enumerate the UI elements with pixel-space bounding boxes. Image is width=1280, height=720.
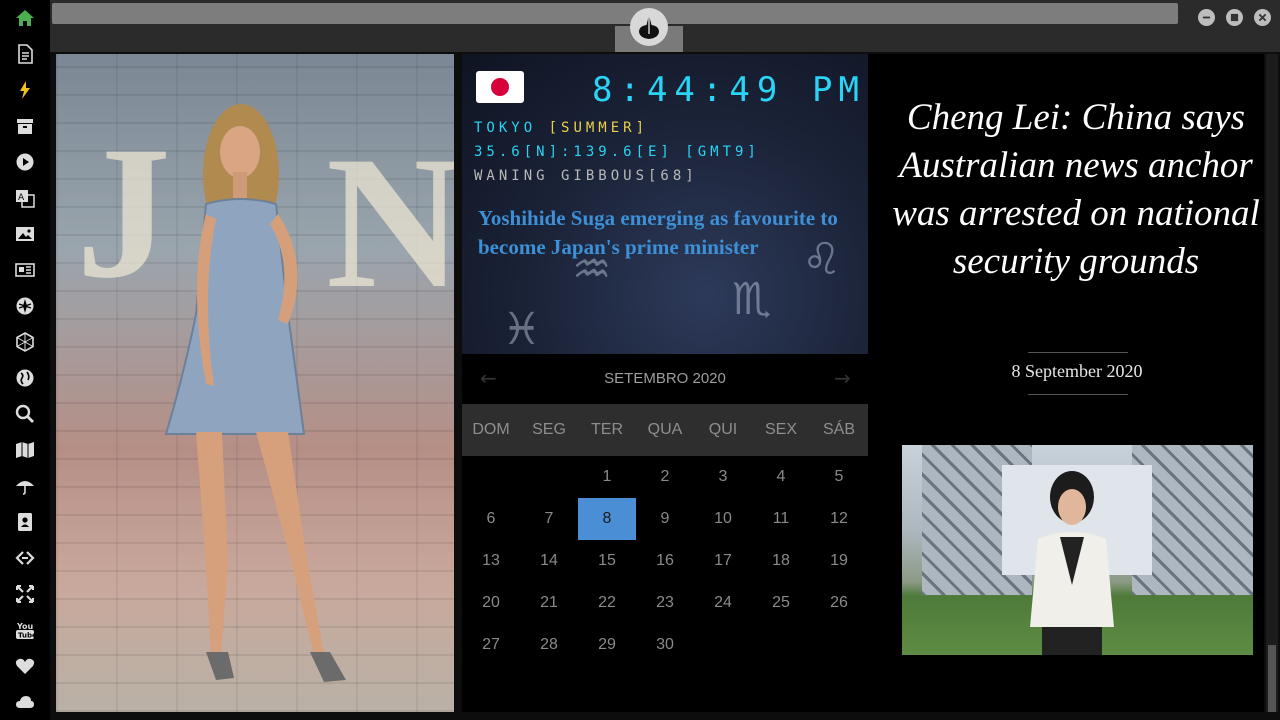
calendar-day[interactable]: 28 (520, 624, 578, 666)
newspaper-icon[interactable] (13, 258, 37, 282)
maximize-button[interactable] (1226, 9, 1243, 26)
calendar-day[interactable]: 10 (694, 498, 752, 540)
calendar-day[interactable]: 6 (462, 498, 520, 540)
weekday-label: SEX (764, 421, 797, 438)
calendar-title: SETEMBRO 2020 (604, 370, 726, 387)
svg-text:You: You (16, 622, 34, 631)
calendar-day[interactable]: 1 (578, 456, 636, 498)
moon-phase: WANING GIBBOUS[68] (474, 168, 698, 184)
address-bar[interactable] (52, 3, 1178, 24)
hexagon-icon[interactable] (13, 330, 37, 354)
rebel-alliance-logo-icon[interactable] (630, 8, 668, 46)
calendar-day[interactable]: 27 (462, 624, 520, 666)
calendar-day-today[interactable]: 8 (578, 498, 636, 540)
calendar-header: ← SETEMBRO 2020 → (462, 354, 868, 404)
model-figure (164, 104, 346, 682)
news-person (1030, 471, 1114, 655)
calendar-day[interactable]: 3 (694, 456, 752, 498)
calendar-day[interactable]: 18 (752, 540, 810, 582)
archive-icon[interactable] (13, 114, 37, 138)
sidebar: A You Tube (0, 0, 50, 720)
calendar-day[interactable]: 14 (520, 540, 578, 582)
expand-icon[interactable] (13, 582, 37, 606)
calendar-day[interactable]: 21 (520, 582, 578, 624)
lightning-icon[interactable] (13, 78, 37, 102)
rebel-alliance-icon[interactable] (13, 294, 37, 318)
calendar-day[interactable]: 12 (810, 498, 868, 540)
calendar-day[interactable]: 19 (810, 540, 868, 582)
calendar-day[interactable]: 16 (636, 540, 694, 582)
calendar-day[interactable]: 5 (810, 456, 868, 498)
heart-icon[interactable] (13, 654, 37, 678)
japan-flag-icon (476, 71, 524, 103)
calendar-day[interactable]: 11 (752, 498, 810, 540)
city-season: [SUMMER] (548, 120, 649, 136)
news-photo (902, 445, 1253, 655)
clock-headline-link[interactable]: Yoshihide Suga emerging as favourite to … (478, 204, 838, 262)
scrollbar-track[interactable] (1266, 54, 1278, 712)
calendar-weekdays: DOM SEG TER QUA QUI SEX SÁB (462, 404, 868, 456)
featured-photo: J N (56, 54, 454, 712)
clock-ampm: PM (812, 70, 865, 110)
top-bar (50, 0, 1280, 52)
translate-icon[interactable]: A (13, 186, 37, 210)
calendar-day[interactable]: 26 (810, 582, 868, 624)
calendar-day[interactable]: 13 (462, 540, 520, 582)
close-button[interactable] (1254, 9, 1271, 26)
weekday-label: SEG (532, 421, 566, 438)
weekday-label: SÁB (822, 421, 855, 438)
news-headline-link[interactable]: Cheng Lei: China says Australian news an… (888, 94, 1264, 286)
calendar-day[interactable]: 9 (636, 498, 694, 540)
calendar-day[interactable]: 30 (636, 624, 694, 666)
svg-text:Tube: Tube (18, 632, 35, 640)
calendar-day[interactable]: 4 (752, 456, 810, 498)
calendar-widget: ← SETEMBRO 2020 → DOM SEG TER QUA QUI SE… (462, 354, 868, 712)
calendar-day[interactable]: 7 (520, 498, 578, 540)
contact-card-icon[interactable] (13, 510, 37, 534)
svg-text:A: A (18, 193, 25, 203)
news-date: 8 September 2020 (1011, 361, 1143, 381)
weekday-label: QUI (708, 421, 738, 438)
calendar-day[interactable]: 2 (636, 456, 694, 498)
calendar-day[interactable]: 20 (462, 582, 520, 624)
image-icon[interactable] (13, 222, 37, 246)
clock-city: TOKYO [SUMMER] (474, 120, 648, 136)
map-icon[interactable] (13, 438, 37, 462)
scrollbar-thumb[interactable] (1268, 645, 1276, 712)
calendar-day[interactable]: 23 (636, 582, 694, 624)
home-icon[interactable] (13, 6, 37, 30)
cloud-icon[interactable] (13, 690, 37, 714)
search-icon[interactable] (13, 402, 37, 426)
play-icon[interactable] (13, 150, 37, 174)
calendar-day[interactable]: 17 (694, 540, 752, 582)
calendar-grid: 1 2 3 4 5 6 7 8 9 10 11 12 13 14 15 16 17 18 19 20 21 22 23 24 2… (462, 456, 868, 712)
city-name: TOKYO (474, 120, 537, 136)
weekday-label: DOM (472, 421, 510, 438)
calendar-day[interactable]: 22 (578, 582, 636, 624)
link-icon[interactable] (13, 546, 37, 570)
youtube-icon[interactable]: You Tube (13, 618, 37, 642)
divider (1028, 352, 1128, 353)
clock-coordinates: 35.6[N]:139.6[E] [GMT9] (474, 144, 760, 160)
calendar-day[interactable]: 25 (752, 582, 810, 624)
minimize-button[interactable] (1198, 9, 1215, 26)
next-month-button[interactable]: → (834, 366, 851, 390)
umbrella-icon[interactable] (13, 474, 37, 498)
divider (1028, 394, 1128, 395)
clock-time: 8:44:49 (592, 70, 785, 110)
globe-icon[interactable] (13, 366, 37, 390)
calendar-day[interactable]: 15 (578, 540, 636, 582)
weekday-label: QUA (647, 421, 683, 438)
calendar-day[interactable]: 29 (578, 624, 636, 666)
document-icon[interactable] (13, 42, 37, 66)
calendar-day[interactable]: 24 (694, 582, 752, 624)
world-clock-widget: ♓ ♏ ♒ ♌ 8:44:49 PM TOKYO [SUMMER] 35.6[N… (462, 54, 868, 354)
weekday-label: TER (591, 421, 623, 438)
news-panel: Cheng Lei: China says Australian news an… (868, 54, 1264, 712)
